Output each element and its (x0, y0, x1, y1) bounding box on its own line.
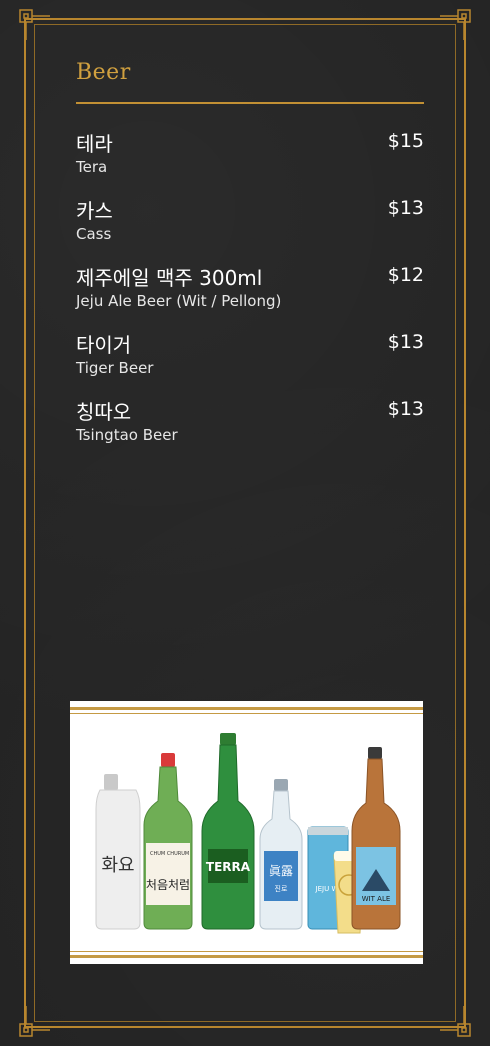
jeju-bottle-label: WIT ALE (362, 895, 391, 903)
item-price: $13 (387, 398, 424, 420)
corner-ornament-icon (440, 9, 471, 40)
menu-item: 카스 $13 Cass (76, 191, 424, 258)
item-name-korean: 타이거 (76, 333, 132, 357)
item-price: $13 (387, 331, 424, 353)
drinks-photo: 화요 CHUM CHURUM 처음처럼 TERRA 眞露 진로 JEJU WI … (70, 701, 423, 964)
terra-label: TERRA (206, 860, 251, 874)
bottles-illustration: 화요 CHUM CHURUM 처음처럼 TERRA 眞露 진로 JEJU WI … (95, 733, 401, 934)
menu-item: 제주에일 맥주 300ml $12 Jeju Ale Beer (Wit / P… (76, 258, 424, 325)
hwayo-label: 화요 (101, 855, 134, 876)
corner-ornament-icon (19, 1006, 50, 1037)
corner-ornament-icon (440, 1006, 471, 1037)
jinro-bottle-icon: 眞露 진로 (259, 779, 303, 930)
item-price: $12 (387, 264, 424, 286)
jinro-label-ko: 진로 (275, 884, 288, 893)
item-name-korean: 칭따오 (76, 400, 132, 424)
terra-bottle-icon: TERRA (201, 733, 255, 930)
jeju-bottle-icon: WIT ALE (351, 747, 401, 930)
item-name-korean: 제주에일 맥주 300ml (76, 266, 263, 290)
item-price: $15 (387, 130, 424, 152)
chum-churum-label-ko: 처음처럼 (146, 878, 190, 892)
item-name-korean: 테라 (76, 132, 113, 156)
hwayo-bottle-icon: 화요 (95, 774, 141, 930)
section-title: Beer (76, 60, 131, 85)
item-price: $13 (387, 197, 424, 219)
menu-item-list: 테라 $15 Tera 카스 $13 Cass 제주에일 맥주 300ml $1… (76, 124, 424, 459)
item-name-korean: 카스 (76, 199, 113, 223)
corner-ornament-icon (19, 9, 50, 40)
item-name-english: Tera (76, 158, 108, 176)
menu-item: 테라 $15 Tera (76, 124, 424, 191)
item-name-english: Jeju Ale Beer (Wit / Pellong) (76, 292, 282, 310)
item-name-english: Tsingtao Beer (76, 426, 178, 444)
menu-item: 타이거 $13 Tiger Beer (76, 325, 424, 392)
jinro-label: 眞露 (269, 864, 293, 878)
title-divider (76, 102, 424, 104)
item-name-english: Cass (76, 225, 112, 243)
menu-item: 칭따오 $13 Tsingtao Beer (76, 392, 424, 459)
item-name-english: Tiger Beer (76, 359, 154, 377)
chum-churum-bottle-icon: CHUM CHURUM 처음처럼 (143, 753, 193, 930)
chum-churum-label: CHUM CHURUM (150, 851, 189, 857)
